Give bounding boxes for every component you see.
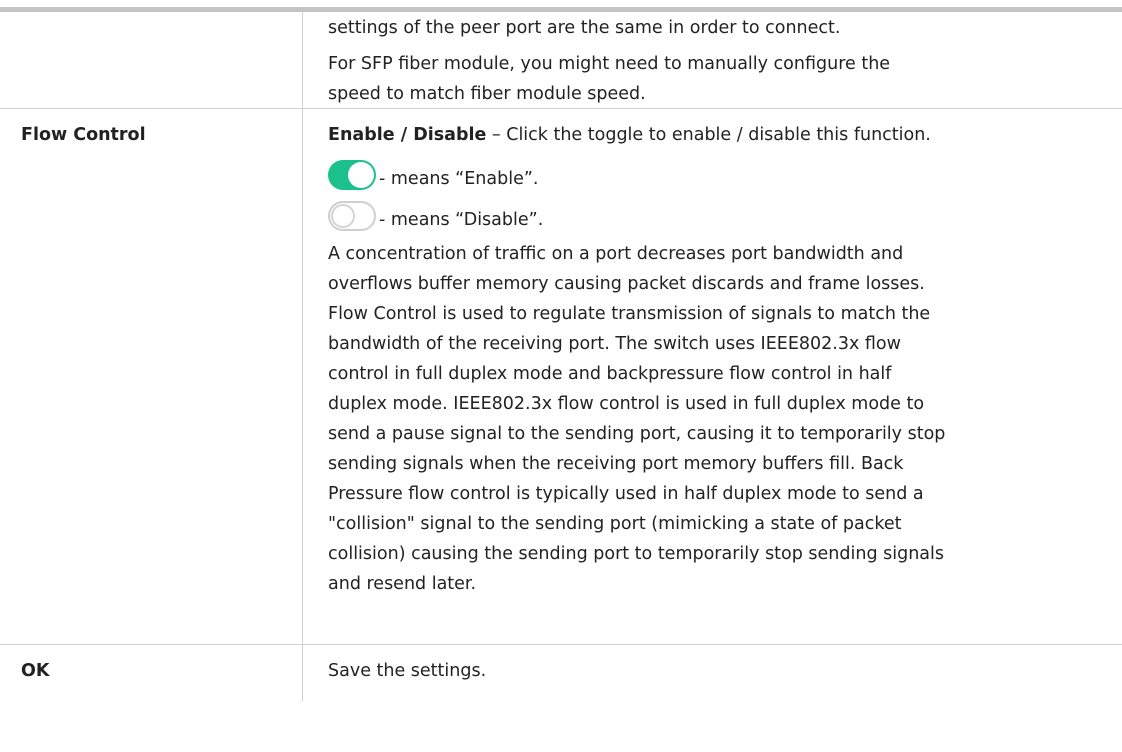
- toggle-legend-enable: - means “Enable”.: [328, 153, 1121, 194]
- row-label: [0, 12, 303, 108]
- description-paragraph: settings of the peer port are the same i…: [328, 18, 841, 38]
- toggle-switch-on-icon: [328, 160, 376, 190]
- row-description: settings of the peer port are the same i…: [303, 12, 1121, 108]
- toggle-legend-disable: - means “Disable”.: [328, 194, 1121, 235]
- enable-disable-term: Enable / Disable: [328, 125, 487, 145]
- description-paragraph: Save the settings.: [328, 661, 487, 681]
- row-description: Enable / Disable – Click the toggle to e…: [303, 109, 1121, 644]
- description-lead: Enable / Disable – Click the toggle to e…: [328, 120, 1121, 150]
- toggle-switch-off-icon: [328, 201, 376, 231]
- toggle-on-caption: - means “Enable”.: [379, 169, 539, 189]
- table-row: Flow Control Enable / Disable – Click th…: [0, 109, 1122, 645]
- row-label: OK: [0, 645, 303, 701]
- toggle-off-caption: - means “Disable”.: [379, 210, 544, 230]
- row-description: Save the settings.: [303, 645, 1121, 701]
- lead-text: – Click the toggle to enable / disable t…: [486, 125, 931, 145]
- table-row: settings of the peer port are the same i…: [0, 12, 1122, 109]
- parameter-table: settings of the peer port are the same i…: [0, 12, 1122, 701]
- table-row: OK Save the settings.: [0, 645, 1122, 701]
- description-paragraph: For SFP fiber module, you might need to …: [328, 54, 891, 104]
- row-label: Flow Control: [0, 109, 303, 644]
- description-paragraph: A concentration of traffic on a port dec…: [328, 244, 946, 594]
